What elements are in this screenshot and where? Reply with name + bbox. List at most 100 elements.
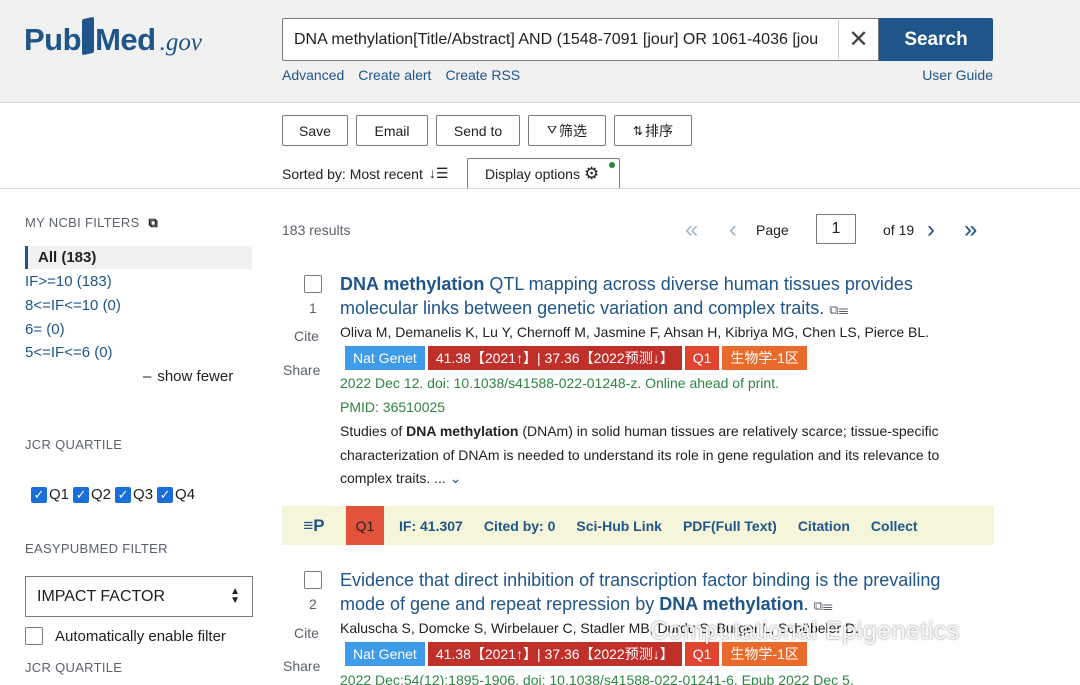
q2-checkbox[interactable]: ✓ Q2 xyxy=(73,486,111,503)
next-page-icon[interactable]: › xyxy=(927,216,935,244)
q3-checkbox[interactable]: ✓ Q3 xyxy=(115,486,153,503)
auto-filter-checkbox[interactable] xyxy=(25,627,43,645)
sorted-by[interactable]: Sorted by: Most recent ↓☰ xyxy=(282,165,448,182)
save-button[interactable]: Save xyxy=(282,115,348,146)
article-title-link[interactable]: DNA methylation QTL mapping across diver… xyxy=(340,272,980,322)
search-input[interactable] xyxy=(283,19,835,60)
sort-cn-button[interactable]: ⇅ 排序 xyxy=(614,115,692,146)
filter-if-8-10[interactable]: 8<=IF<=10 (0) xyxy=(25,297,121,314)
share-button[interactable]: Share xyxy=(283,658,320,674)
expand-icon[interactable]: ⌄ xyxy=(450,470,462,486)
impact-factor-select[interactable]: IMPACT FACTOR ▲ ▼ xyxy=(25,576,253,617)
quartile-badge: Q1 xyxy=(684,346,720,370)
article-number: 1 xyxy=(309,300,317,316)
header-links: Advanced Create alert Create RSS xyxy=(282,67,520,83)
watermark: Computational Epigenetics xyxy=(650,617,960,645)
share-button[interactable]: Share xyxy=(283,362,320,378)
title-text: Evidence that direct inhibition of trans… xyxy=(340,570,941,614)
citation-button[interactable]: Citation xyxy=(798,518,850,534)
if-badge: 41.38【2021↑】| 37.36【2022预测↓】 xyxy=(427,346,682,370)
sort-order-icon: ↓☰ xyxy=(428,165,449,181)
select-arrows-icon: ▲ ▼ xyxy=(230,586,240,606)
quartile-checkboxes: ✓ Q1 ✓ Q2 ✓ Q3 ✓ Q4 xyxy=(31,486,195,503)
pdf-link[interactable]: PDF(Full Text) xyxy=(683,518,777,534)
display-options-label: Display options xyxy=(485,165,580,182)
filter-cn-button[interactable]: ⛛ 筛选 xyxy=(528,115,606,146)
save-label: Save xyxy=(299,122,331,139)
user-guide-link[interactable]: User Guide xyxy=(922,67,993,83)
title-text: . xyxy=(803,594,809,614)
display-options-button[interactable]: Display options ⚙ xyxy=(467,158,620,189)
page-number-input[interactable]: 1 xyxy=(816,214,856,244)
gear-icon: ⚙ xyxy=(583,163,600,183)
q4-checkbox[interactable]: ✓ Q4 xyxy=(157,486,195,503)
send-to-label: Send to xyxy=(453,122,503,139)
filter-if-5-6[interactable]: 5<=IF<=6 (0) xyxy=(25,344,113,361)
article-snippet: Studies of DNA methylation (DNAm) in sol… xyxy=(340,420,970,491)
prev-page-icon[interactable]: ‹ xyxy=(729,216,737,244)
logo-pub: Pub xyxy=(24,22,82,57)
my-ncbi-filters-title: MY NCBI FILTERS ⧉ xyxy=(25,215,158,231)
scihub-link[interactable]: Sci-Hub Link xyxy=(576,518,662,534)
checkmark-icon: ✓ xyxy=(115,486,132,503)
first-page-icon[interactable]: « xyxy=(685,216,698,244)
article-citation: 2022 Dec 12. doi: 10.1038/s41588-022-012… xyxy=(340,375,779,391)
funnel-icon: ⛛ xyxy=(546,123,558,137)
pubmed-logo[interactable]: Pub Med .gov xyxy=(24,14,202,64)
pagination: « ‹ Page 1 of 19 › » xyxy=(685,214,995,246)
my-ncbi-filters-label: MY NCBI FILTERS xyxy=(25,215,140,230)
sort-arrows-icon: ⇅ xyxy=(632,123,644,138)
article-authors: Oliva M, Demanelis K, Lu Y, Chernoff M, … xyxy=(340,324,930,340)
cite-button[interactable]: Cite xyxy=(294,328,319,344)
translate-icon[interactable]: ⧉☰ xyxy=(829,302,848,317)
search-button[interactable]: Search xyxy=(879,18,993,61)
easybar-quartile: Q1 xyxy=(346,506,384,545)
filter-cn-label: 筛选 xyxy=(559,122,588,139)
divider xyxy=(0,188,1080,189)
header: Pub Med .gov ✕ Search Advanced Create al… xyxy=(0,0,1080,103)
journal-badge[interactable]: Nat Genet xyxy=(345,346,425,370)
collect-button[interactable]: Collect xyxy=(871,518,918,534)
show-fewer-button[interactable]: – show fewer xyxy=(143,368,233,385)
page-count: of 19 xyxy=(883,222,915,238)
filter-if-10[interactable]: IF>=10 (183) xyxy=(25,273,112,290)
email-label: Email xyxy=(374,122,410,139)
results-count: 183 results xyxy=(282,222,351,238)
if-badge: 41.38【2021↑】| 37.36【2022预测↓】 xyxy=(427,642,682,666)
send-to-button[interactable]: Send to xyxy=(436,115,520,146)
easybar-if: IF: 41.307 xyxy=(399,517,463,534)
clear-search-icon[interactable]: ✕ xyxy=(838,20,878,59)
auto-filter-label: Automatically enable filter xyxy=(55,627,226,645)
q1-checkbox[interactable]: ✓ Q1 xyxy=(31,486,69,503)
auto-enable-filter[interactable]: Automatically enable filter xyxy=(25,627,226,645)
q4-label: Q4 xyxy=(175,486,196,503)
checkmark-icon: ✓ xyxy=(73,486,90,503)
article-checkbox[interactable] xyxy=(304,275,322,293)
cite-button[interactable]: Cite xyxy=(294,625,319,641)
zone-badge: 生物学-1区 xyxy=(722,346,807,370)
sort-cn-label: 排序 xyxy=(645,122,674,139)
advanced-link[interactable]: Advanced xyxy=(282,67,344,83)
title-highlight: DNA methylation xyxy=(340,274,485,294)
checkmark-icon: ✓ xyxy=(157,486,174,503)
journal-badges: Nat Genet 41.38【2021↑】| 37.36【2022预测↓】 Q… xyxy=(345,346,807,370)
easybar-cited-by[interactable]: Cited by: 0 xyxy=(484,518,556,534)
article-citation: 2022 Dec;54(12):1895-1906. doi: 10.1038/… xyxy=(340,672,854,685)
translate-icon[interactable]: ⧉☰ xyxy=(814,598,833,613)
create-rss-link[interactable]: Create RSS xyxy=(445,67,520,83)
email-button[interactable]: Email xyxy=(356,115,428,146)
easypubmed-logo-icon: ≡P xyxy=(303,515,325,535)
filter-all[interactable]: All (183) xyxy=(25,246,252,269)
article-title-link[interactable]: Evidence that direct inhibition of trans… xyxy=(340,568,980,618)
filter-if-6[interactable]: 6= (0) xyxy=(25,321,65,338)
checkmark-icon: ✓ xyxy=(31,486,47,503)
logo-gov: .gov xyxy=(159,29,202,56)
create-alert-link[interactable]: Create alert xyxy=(358,67,431,83)
external-link-icon[interactable]: ⧉ xyxy=(148,215,158,230)
easypubmed-bar: ≡P Q1 IF: 41.307 Cited by: 0 Sci-Hub Lin… xyxy=(282,506,994,545)
journal-badge[interactable]: Nat Genet xyxy=(345,642,425,666)
article-checkbox[interactable] xyxy=(304,571,322,589)
select-value: IMPACT FACTOR xyxy=(37,588,166,605)
jcr-quartile-title-2: JCR QUARTILE xyxy=(25,660,123,675)
last-page-icon[interactable]: » xyxy=(964,216,977,244)
